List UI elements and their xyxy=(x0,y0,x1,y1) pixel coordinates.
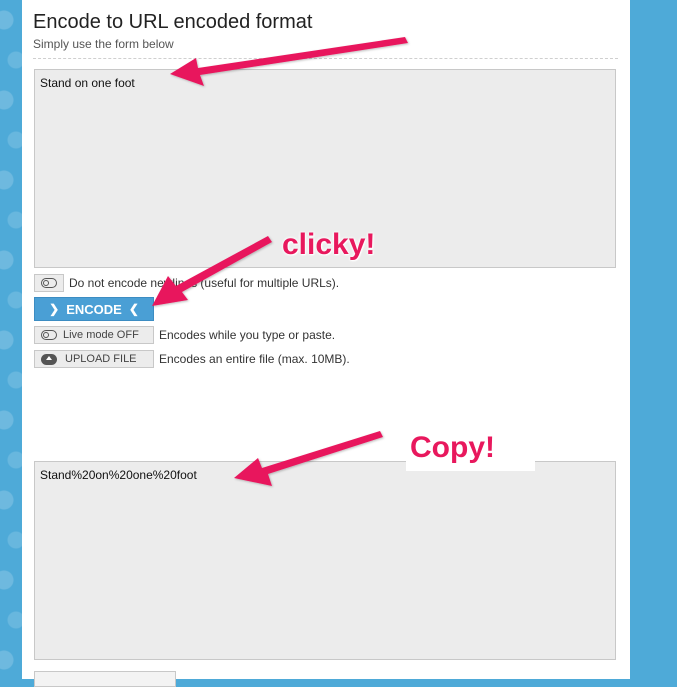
annotation-arrows xyxy=(152,37,408,486)
arrow-to-input xyxy=(170,37,408,86)
annotation-copy: Copy! xyxy=(406,427,535,471)
arrow-to-output xyxy=(234,431,383,486)
arrow-to-encode xyxy=(152,236,272,306)
annotation-clicky: clicky! xyxy=(282,228,376,261)
